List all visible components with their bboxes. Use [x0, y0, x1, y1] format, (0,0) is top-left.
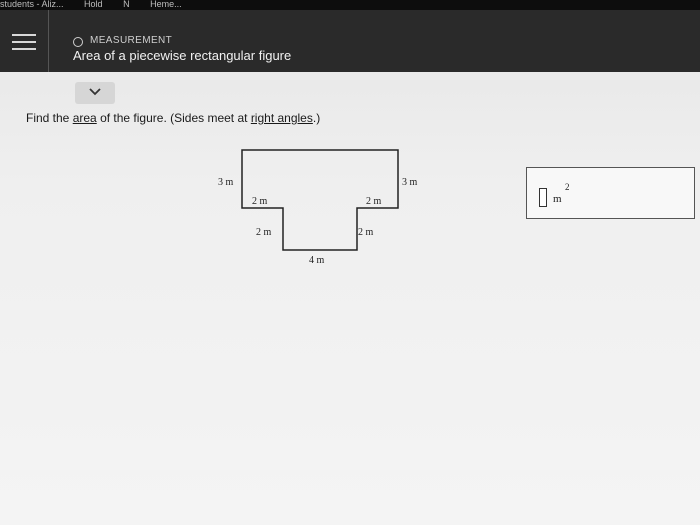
chevron-down-icon: [89, 88, 101, 96]
browser-tab[interactable]: Hold: [84, 0, 103, 9]
right-angles-link[interactable]: right angles: [251, 111, 313, 125]
answer-panel: m 2: [526, 167, 695, 219]
topic-circle-icon: [73, 37, 83, 47]
menu-icon: [12, 41, 36, 43]
menu-icon: [12, 48, 36, 50]
collapse-toggle[interactable]: [75, 82, 115, 104]
label-right-side: 3 m: [402, 177, 418, 188]
browser-tab[interactable]: students - Aliz...: [0, 0, 64, 9]
browser-tab[interactable]: Heme...: [150, 0, 182, 9]
prompt-text: of the figure. (Sides meet at: [96, 111, 251, 125]
prompt-text: Find the: [26, 111, 73, 125]
area-link[interactable]: area: [73, 111, 97, 125]
label-right-ledge: 2 m: [366, 196, 382, 207]
label-right-drop: 2 m: [358, 227, 374, 238]
menu-icon: [12, 34, 36, 36]
page-title: Area of a piecewise rectangular figure: [73, 48, 292, 63]
menu-button[interactable]: [0, 10, 49, 72]
prompt-text: .): [312, 111, 321, 125]
piecewise-figure: 3 m 3 m 2 m 2 m 2 m 2 m 4 m: [218, 149, 418, 266]
answer-unit: m: [553, 193, 562, 205]
question-prompt: Find the area of the figure. (Sides meet…: [26, 111, 320, 125]
label-left-ledge: 2 m: [252, 196, 268, 207]
answer-exponent: 2: [565, 182, 570, 192]
header-bar: MEASUREMENT Area of a piecewise rectangu…: [0, 10, 700, 72]
label-left-side: 3 m: [218, 177, 234, 188]
browser-tab[interactable]: N: [123, 0, 130, 9]
label-left-drop: 2 m: [256, 227, 272, 238]
answer-input[interactable]: [539, 188, 547, 207]
label-bottom: 4 m: [309, 255, 325, 266]
topic-label: MEASUREMENT: [90, 35, 173, 46]
browser-tab-strip: students - Aliz... Hold N Heme...: [0, 0, 700, 10]
